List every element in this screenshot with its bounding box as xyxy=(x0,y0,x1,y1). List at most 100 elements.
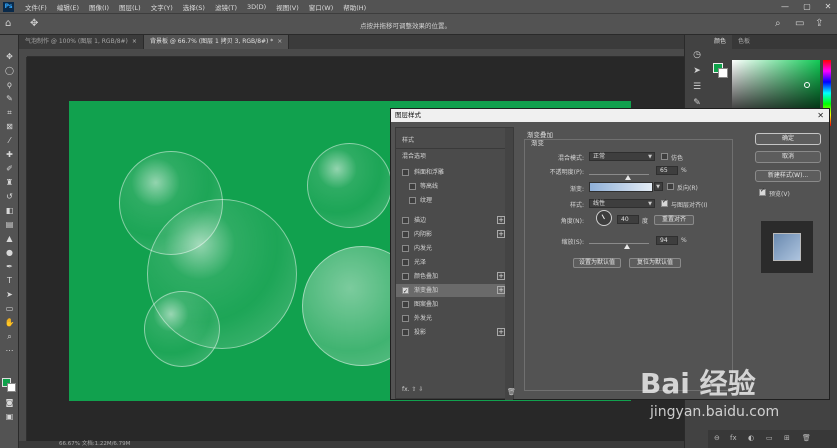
link-icon[interactable]: ⊖ xyxy=(714,434,720,442)
trash-icon[interactable]: 🗑 xyxy=(507,388,516,396)
path-select-tool-icon[interactable]: ➤ xyxy=(2,289,17,300)
gradient-picker[interactable] xyxy=(589,182,653,192)
eyedropper-tool-icon[interactable]: ⁄ xyxy=(2,135,17,146)
menu-select[interactable]: 选择(S) xyxy=(178,2,210,12)
style-item-texture[interactable]: 纹理 xyxy=(396,194,505,207)
angle-dial[interactable] xyxy=(596,210,612,226)
checkbox[interactable] xyxy=(402,301,409,308)
checkbox[interactable] xyxy=(409,197,416,204)
shape-tool-icon[interactable]: ▭ xyxy=(2,303,17,314)
share-icon[interactable]: ⇪ xyxy=(815,18,823,29)
scale-slider-track[interactable] xyxy=(589,243,649,244)
background-color-swatch[interactable] xyxy=(7,383,16,392)
hand-tool-icon[interactable]: ✋ xyxy=(2,317,17,328)
style-select[interactable]: 线性 ▼ xyxy=(589,199,655,208)
screen-mode-icon[interactable]: ▣ xyxy=(2,411,17,422)
checkbox[interactable] xyxy=(409,183,416,190)
close-window-button[interactable]: ✕ xyxy=(821,0,835,13)
checkbox[interactable] xyxy=(402,329,409,336)
adjust-panel-icon[interactable]: ☰ xyxy=(691,81,703,93)
style-item-color-overlay[interactable]: 颜色叠加 + xyxy=(396,270,505,283)
checkbox[interactable] xyxy=(402,315,409,322)
scale-input[interactable]: 94 xyxy=(656,236,678,245)
dither-checkbox[interactable] xyxy=(661,153,668,160)
style-item-bevel[interactable]: 斜面和浮雕 xyxy=(396,166,505,179)
checkbox[interactable] xyxy=(402,273,409,280)
checkbox[interactable] xyxy=(402,231,409,238)
gradient-dropdown[interactable]: ▼ xyxy=(654,182,663,191)
blend-mode-select[interactable]: 正常 ▼ xyxy=(589,152,655,161)
menu-view[interactable]: 视图(V) xyxy=(271,2,304,12)
reset-align-button[interactable]: 重置对齐 xyxy=(654,215,694,225)
dodge-tool-icon[interactable]: ● xyxy=(2,247,17,258)
add-icon[interactable]: + xyxy=(497,286,505,294)
crop-tool-icon[interactable]: ⌗ xyxy=(2,107,17,118)
tab-bubble-doc[interactable]: 气泡制作 @ 100% (图层 1, RGB/8#) × xyxy=(19,35,144,49)
style-item-pattern-overlay[interactable]: 图案叠加 xyxy=(396,298,505,311)
tab-close-icon[interactable]: × xyxy=(132,38,137,45)
color-picker-cursor[interactable] xyxy=(804,82,810,88)
styles-header[interactable]: 样式 xyxy=(396,134,505,147)
checkbox[interactable] xyxy=(402,245,409,252)
workspace-icon[interactable]: ▭ xyxy=(795,18,804,29)
folder-icon[interactable]: ▭ xyxy=(766,434,773,442)
tab-background-doc[interactable]: 背景板 @ 66.7% (图层 1 拷贝 3, RGB/8#) * × xyxy=(143,35,290,49)
style-item-satin[interactable]: 光泽 xyxy=(396,256,505,269)
menu-window[interactable]: 窗口(W) xyxy=(304,2,339,12)
menu-help[interactable]: 帮助(H) xyxy=(338,2,371,12)
opacity-input[interactable]: 65 xyxy=(656,166,678,175)
reverse-checkbox[interactable] xyxy=(667,183,674,190)
history-panel-icon[interactable]: ◷ xyxy=(691,49,703,61)
type-tool-icon[interactable]: T xyxy=(2,275,17,286)
dialog-close-icon[interactable]: ✕ xyxy=(817,109,824,122)
search-icon[interactable]: ⌕ xyxy=(775,18,781,29)
menu-filter[interactable]: 滤镜(T) xyxy=(210,2,242,12)
style-item-stroke[interactable]: 描边 + xyxy=(396,214,505,227)
opacity-slider-track[interactable] xyxy=(589,174,649,175)
blur-tool-icon[interactable]: ▲ xyxy=(2,233,17,244)
style-item-inner-shadow[interactable]: 内阴影 + xyxy=(396,228,505,241)
quick-mask-icon[interactable]: ◙ xyxy=(2,397,17,408)
fx-icon[interactable]: fx xyxy=(730,434,737,442)
style-item-inner-glow[interactable]: 内发光 xyxy=(396,242,505,255)
cancel-button[interactable]: 取消 xyxy=(755,151,821,163)
menu-layer[interactable]: 图层(L) xyxy=(114,2,146,12)
style-item-outer-glow[interactable]: 外发光 xyxy=(396,312,505,325)
eraser-tool-icon[interactable]: ◧ xyxy=(2,205,17,216)
new-style-button[interactable]: 新建样式(W)... xyxy=(755,170,821,182)
align-with-layer-checkbox[interactable] xyxy=(661,198,668,207)
style-list-scrollbar[interactable] xyxy=(505,128,513,400)
quick-select-tool-icon[interactable]: ✎ xyxy=(2,93,17,104)
home-icon[interactable]: ⌂ xyxy=(5,18,11,29)
move-tool-icon[interactable]: ✥ xyxy=(2,51,17,62)
menu-edit[interactable]: 编辑(E) xyxy=(52,2,84,12)
move-icon[interactable]: ✥ xyxy=(30,18,38,29)
add-icon[interactable]: + xyxy=(497,230,505,238)
blend-options-item[interactable]: 混合选项 xyxy=(396,150,505,163)
opacity-slider-thumb[interactable] xyxy=(625,175,631,180)
tab-color[interactable]: 颜色 xyxy=(708,35,733,49)
history-brush-tool-icon[interactable]: ↺ xyxy=(2,191,17,202)
checkbox[interactable] xyxy=(402,259,409,266)
horizontal-ruler[interactable] xyxy=(27,49,684,57)
trash-icon[interactable]: 🗑 xyxy=(802,434,811,442)
lasso-tool-icon[interactable]: ϙ xyxy=(2,79,17,90)
add-icon[interactable]: + xyxy=(497,216,505,224)
tab-swatches[interactable]: 色板 xyxy=(732,35,756,49)
menu-image[interactable]: 图像(I) xyxy=(84,2,114,12)
menu-file[interactable]: 文件(F) xyxy=(20,2,52,12)
scale-slider-thumb[interactable] xyxy=(624,244,631,249)
style-item-drop-shadow[interactable]: 投影 + xyxy=(396,326,505,339)
brush-tool-icon[interactable]: ✐ xyxy=(2,163,17,174)
checkbox[interactable] xyxy=(402,217,409,224)
tab-close-icon[interactable]: × xyxy=(277,38,282,45)
minimize-button[interactable]: — xyxy=(778,0,792,13)
healing-tool-icon[interactable]: ✚ xyxy=(2,149,17,160)
style-item-gradient-overlay[interactable]: 渐变叠加 + xyxy=(396,284,505,298)
more-tools-icon[interactable]: ⋯ xyxy=(2,345,17,356)
marquee-tool-icon[interactable]: ◯ xyxy=(2,65,17,76)
frame-tool-icon[interactable]: ⊠ xyxy=(2,121,17,132)
new-layer-icon[interactable]: ⊞ xyxy=(784,434,790,442)
zoom-tool-icon[interactable]: ⌕ xyxy=(2,331,17,342)
reset-default-button[interactable]: 复位为默认值 xyxy=(629,258,681,268)
